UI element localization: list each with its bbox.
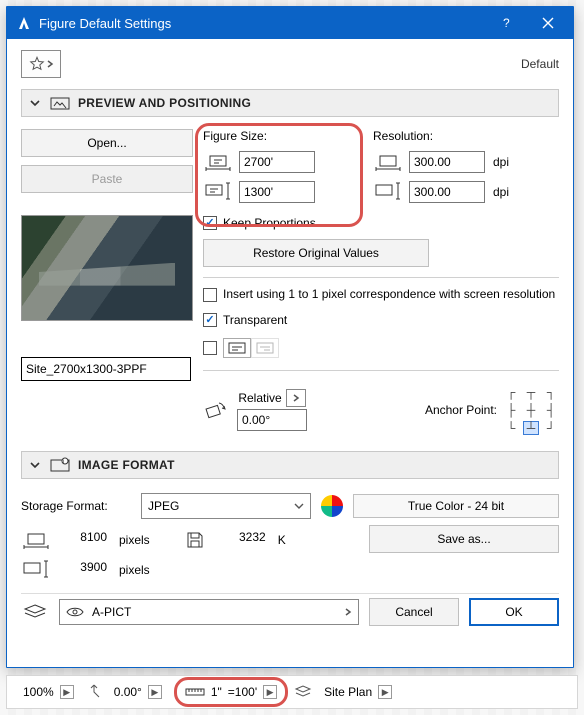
section-imgfmt-header[interactable]: i IMAGE FORMAT: [21, 451, 559, 479]
view-stack-icon[interactable]: [294, 685, 312, 699]
figure-size-label: Figure Size:: [203, 129, 353, 143]
px-unit: pixels: [119, 533, 150, 547]
keep-proportions-label: Keep Proportions: [223, 216, 316, 230]
layers-icon: [21, 602, 49, 622]
mirror-flipped-icon: [251, 338, 279, 358]
px-unit-2: pixels: [119, 563, 150, 577]
filesize-unit: K: [278, 533, 286, 547]
scale-right: =100': [228, 685, 257, 699]
svg-text:?: ?: [503, 16, 510, 30]
layer-name: A-PICT: [92, 605, 131, 619]
statusbar: 100% ▶ 0.00° ▶ 1" =100' ▶ Site Plan ▶: [6, 675, 578, 709]
titlebar: Figure Default Settings ?: [7, 7, 573, 39]
transparent-label: Transparent: [223, 313, 287, 327]
figure-default-settings-dialog: Figure Default Settings ? Default PREVIE…: [6, 6, 574, 668]
relative-mode-button[interactable]: [286, 389, 306, 407]
rotate-icon: [203, 399, 229, 421]
view-stepper[interactable]: ▶: [378, 685, 392, 699]
default-label: Default: [521, 57, 559, 71]
storage-format-value: JPEG: [148, 499, 179, 513]
imgfmt-section-icon: i: [50, 457, 70, 473]
favorites-button[interactable]: [21, 50, 61, 78]
resolution-y-input[interactable]: [409, 181, 485, 203]
width-icon: [203, 151, 233, 173]
color-wheel-icon: [321, 495, 343, 517]
relative-label: Relative: [238, 391, 281, 405]
svg-text:i: i: [63, 459, 64, 465]
scale-indicator[interactable]: 1" =100' ▶: [174, 677, 288, 707]
save-as-button[interactable]: Save as...: [369, 525, 559, 553]
dpi-unit: dpi: [493, 155, 509, 169]
storage-format-select[interactable]: JPEG: [141, 493, 311, 519]
scale-left: 1": [211, 685, 222, 699]
close-button[interactable]: [527, 7, 569, 39]
storage-format-label: Storage Format:: [21, 499, 131, 513]
dpi-unit-2: dpi: [493, 185, 509, 199]
restore-original-button[interactable]: Restore Original Values: [203, 239, 429, 267]
pixel-height-value: 3900: [57, 559, 111, 581]
resolution-x-input[interactable]: [409, 151, 485, 173]
transparent-checkbox[interactable]: [203, 313, 217, 327]
angle-stepper[interactable]: ▶: [148, 685, 162, 699]
help-button[interactable]: ?: [485, 7, 527, 39]
angle-value: 0.00°: [114, 685, 142, 699]
px-height-icon: [21, 559, 51, 581]
cancel-button[interactable]: Cancel: [369, 598, 459, 626]
mirror-checkbox[interactable]: [203, 341, 217, 355]
px-width-icon: [21, 529, 51, 551]
preview-section-icon: [50, 95, 70, 111]
section-preview-title: PREVIEW AND POSITIONING: [78, 96, 251, 110]
ruler-icon: [185, 686, 205, 698]
view-name: Site Plan: [324, 685, 372, 699]
zoom-stepper[interactable]: ▶: [60, 685, 74, 699]
open-button[interactable]: Open...: [21, 129, 193, 157]
section-imgfmt-title: IMAGE FORMAT: [78, 458, 175, 472]
chevron-right-icon: [46, 60, 54, 68]
pixel-width-value: 8100: [57, 529, 111, 551]
keep-proportions-checkbox[interactable]: [203, 216, 217, 230]
color-depth-field[interactable]: True Color - 24 bit: [353, 494, 559, 518]
height-icon: [203, 181, 233, 203]
window-title: Figure Default Settings: [39, 16, 485, 31]
app-logo-icon: [15, 14, 33, 32]
chevron-down-icon: [294, 501, 304, 511]
anchor-point-grid[interactable]: ┌┬┐ ├┼┤ └┴┘: [503, 385, 559, 435]
insert-1to1-checkbox[interactable]: [203, 288, 217, 302]
star-icon: [29, 56, 45, 72]
figure-name-input[interactable]: [21, 357, 191, 381]
res-width-icon: [373, 151, 403, 173]
resolution-label: Resolution:: [373, 129, 559, 143]
layer-select[interactable]: A-PICT: [59, 599, 359, 625]
figure-preview-thumbnail: [21, 215, 193, 321]
ok-button[interactable]: OK: [469, 598, 559, 626]
chevron-down-icon: [28, 458, 42, 472]
chevron-right-icon: [292, 394, 300, 402]
mirror-normal-icon: [223, 338, 251, 358]
scale-stepper[interactable]: ▶: [263, 685, 277, 699]
chevron-right-icon: [344, 608, 352, 616]
mirror-mode-toggle[interactable]: [223, 338, 279, 358]
disk-icon: [180, 529, 210, 551]
res-height-icon: [373, 181, 403, 203]
orientation-icon[interactable]: [86, 684, 102, 700]
filesize-value: 3232: [216, 529, 270, 551]
eye-icon: [66, 606, 84, 618]
rotation-angle-input[interactable]: [237, 409, 307, 431]
paste-button: Paste: [21, 165, 193, 193]
chevron-down-icon: [28, 96, 42, 110]
insert-1to1-label: Insert using 1 to 1 pixel correspondence…: [223, 286, 555, 302]
section-preview-header[interactable]: PREVIEW AND POSITIONING: [21, 89, 559, 117]
zoom-value: 100%: [23, 685, 54, 699]
figure-height-input[interactable]: [239, 181, 315, 203]
dialog-body: Default PREVIEW AND POSITIONING Open... …: [7, 39, 573, 667]
anchor-point-label: Anchor Point:: [425, 403, 497, 417]
figure-width-input[interactable]: [239, 151, 315, 173]
